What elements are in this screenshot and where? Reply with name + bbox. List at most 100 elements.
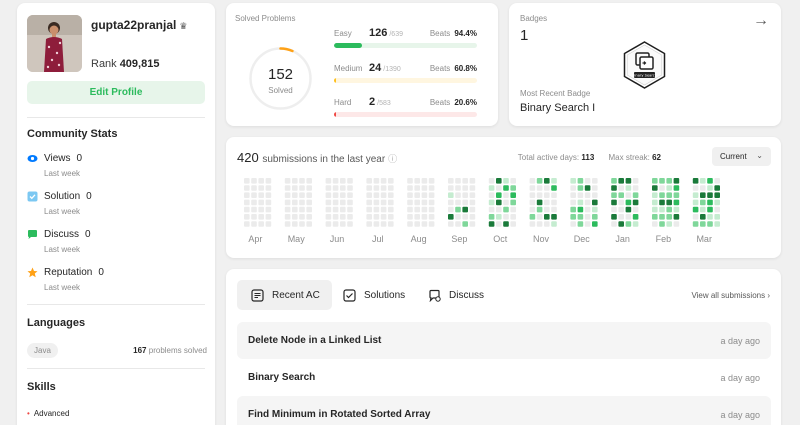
heatmap-cell[interactable]	[251, 178, 257, 184]
heatmap-cell[interactable]	[618, 185, 624, 191]
heatmap-cell[interactable]	[373, 199, 380, 206]
heatmap-cell[interactable]	[618, 199, 624, 206]
heatmap-cell[interactable]	[347, 192, 353, 198]
heatmap-cell[interactable]	[373, 185, 380, 191]
heatmap-cell[interactable]	[700, 221, 706, 227]
heatmap-cell[interactable]	[299, 221, 305, 227]
heatmap-cell[interactable]	[299, 206, 305, 213]
heatmap-cell[interactable]	[488, 214, 495, 220]
heatmap-cell[interactable]	[488, 221, 495, 227]
heatmap-cell[interactable]	[292, 199, 298, 206]
heatmap-cell[interactable]	[652, 214, 658, 220]
heatmap-cell[interactable]	[258, 214, 264, 220]
heatmap-cell[interactable]	[503, 206, 509, 213]
heatmap-cell[interactable]	[659, 178, 665, 184]
heatmap-cell[interactable]	[692, 206, 699, 213]
heatmap-cell[interactable]	[632, 185, 639, 191]
heatmap-cell[interactable]	[584, 178, 591, 184]
heatmap-cell[interactable]	[551, 178, 557, 184]
heatmap-cell[interactable]	[292, 221, 298, 227]
heatmap-cell[interactable]	[347, 185, 353, 191]
heatmap-cell[interactable]	[551, 192, 557, 198]
heatmap-cell[interactable]	[388, 178, 394, 184]
heatmap-cell[interactable]	[284, 199, 291, 206]
heatmap-cell[interactable]	[673, 206, 680, 213]
heatmap-cell[interactable]	[625, 178, 632, 184]
heatmap-cell[interactable]	[332, 192, 339, 198]
heatmap-cell[interactable]	[455, 221, 461, 227]
heatmap-cell[interactable]	[244, 199, 250, 206]
heatmap-cell[interactable]	[380, 214, 387, 220]
heatmap-cell[interactable]	[488, 192, 495, 198]
heatmap-cell[interactable]	[652, 192, 658, 198]
heatmap-cell[interactable]	[299, 192, 305, 198]
heatmap-cell[interactable]	[529, 178, 536, 184]
heatmap-cell[interactable]	[510, 221, 516, 227]
heatmap-cell[interactable]	[714, 221, 720, 227]
heatmap-cell[interactable]	[366, 199, 372, 206]
heatmap-cell[interactable]	[632, 221, 639, 227]
heatmap-cell[interactable]	[544, 192, 550, 198]
heatmap-cell[interactable]	[692, 185, 699, 191]
heatmap-cell[interactable]	[510, 199, 516, 206]
heatmap-cell[interactable]	[592, 214, 598, 220]
heatmap-cell[interactable]	[618, 178, 624, 184]
heatmap-cell[interactable]	[414, 199, 420, 206]
heatmap-cell[interactable]	[455, 185, 461, 191]
heatmap-cell[interactable]	[299, 199, 305, 206]
heatmap-cell[interactable]	[652, 206, 658, 213]
heatmap-cell[interactable]	[625, 221, 632, 227]
heatmap-cell[interactable]	[529, 221, 536, 227]
heatmap-cell[interactable]	[251, 206, 257, 213]
heatmap-cell[interactable]	[544, 206, 550, 213]
badges-card[interactable]: Badges 1 → Binary Search Most Recent Bad…	[509, 3, 781, 126]
heatmap-cell[interactable]	[428, 178, 435, 184]
heatmap-cell[interactable]	[244, 185, 250, 191]
heatmap-cell[interactable]	[306, 199, 312, 206]
heatmap-cell[interactable]	[380, 206, 387, 213]
heatmap-cell[interactable]	[325, 206, 332, 213]
heatmap-cell[interactable]	[673, 178, 680, 184]
heatmap-cell[interactable]	[592, 199, 598, 206]
heatmap-cell[interactable]	[462, 214, 468, 220]
heatmap-cell[interactable]	[551, 185, 557, 191]
heatmap-cell[interactable]	[584, 214, 591, 220]
heatmap-cell[interactable]	[700, 178, 706, 184]
heatmap-cell[interactable]	[707, 221, 713, 227]
heatmap-cell[interactable]	[510, 178, 516, 184]
heatmap-cell[interactable]	[673, 221, 680, 227]
heatmap-cell[interactable]	[584, 199, 591, 206]
heatmap-cell[interactable]	[366, 206, 372, 213]
heatmap-cell[interactable]	[284, 178, 291, 184]
heatmap-cell[interactable]	[570, 206, 576, 213]
heatmap-cell[interactable]	[536, 221, 543, 227]
heatmap-cell[interactable]	[244, 192, 250, 198]
heatmap-cell[interactable]	[666, 221, 672, 227]
heatmap-cell[interactable]	[700, 214, 706, 220]
heatmap-cell[interactable]	[625, 214, 632, 220]
heatmap-cell[interactable]	[258, 178, 264, 184]
heatmap-cell[interactable]	[503, 221, 509, 227]
heatmap-cell[interactable]	[714, 214, 720, 220]
heatmap-cell[interactable]	[462, 206, 468, 213]
heatmap-cell[interactable]	[388, 185, 394, 191]
heatmap-cell[interactable]	[332, 214, 339, 220]
heatmap-cell[interactable]	[265, 206, 272, 213]
heatmap-cell[interactable]	[592, 185, 598, 191]
heatmap-cell[interactable]	[496, 178, 502, 184]
heatmap-cell[interactable]	[407, 214, 413, 220]
heatmap-cell[interactable]	[536, 185, 543, 191]
heatmap-cell[interactable]	[618, 206, 624, 213]
heatmap-cell[interactable]	[529, 185, 536, 191]
binary-search-badge-icon[interactable]: Binary Search	[623, 41, 666, 89]
heatmap-cell[interactable]	[306, 214, 312, 220]
heatmap-cell[interactable]	[510, 206, 516, 213]
heatmap-cell[interactable]	[618, 221, 624, 227]
heatmap-cell[interactable]	[611, 192, 617, 198]
heatmap-cell[interactable]	[388, 192, 394, 198]
heatmap-cell[interactable]	[366, 221, 372, 227]
heatmap-cell[interactable]	[414, 206, 420, 213]
heatmap-cell[interactable]	[340, 214, 346, 220]
heatmap-cell[interactable]	[265, 185, 272, 191]
tab-solutions[interactable]: Solutions	[329, 280, 417, 310]
